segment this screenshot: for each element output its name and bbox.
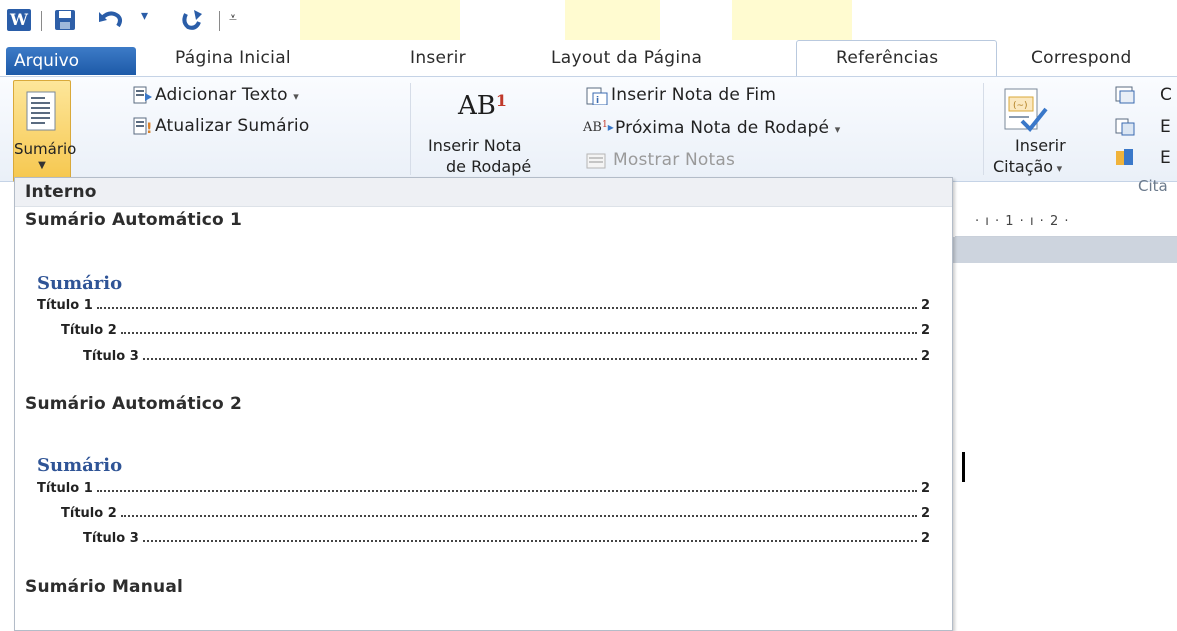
toc-button-label: Sumário <box>14 140 77 158</box>
insert-citation-label-2: Citação ▾ <box>993 157 1063 176</box>
toc-button[interactable]: Sumário ▼ <box>13 80 77 182</box>
preview-heading: Sumário <box>37 273 123 294</box>
footnote-icon: AB1 <box>458 91 507 121</box>
toc-preview-line: Título 32 <box>83 349 930 364</box>
word-icon[interactable]: W <box>7 9 31 31</box>
undo-dropdown-icon[interactable]: ▾ <box>141 8 148 24</box>
tab-mailings[interactable]: Correspond <box>1031 48 1132 68</box>
toc-preview-line: Título 12 <box>37 481 930 496</box>
toc-option-title: Sumário Automático 1 <box>25 210 243 230</box>
footnote-glyph: AB <box>458 91 496 121</box>
document-margin-band <box>940 237 1177 263</box>
toc-preview-line: Título 22 <box>61 506 930 521</box>
separator <box>219 11 220 31</box>
insert-footnote-label-2: de Rodapé <box>446 157 532 176</box>
svg-text:i: i <box>596 96 599 105</box>
toc-gallery-dropdown: Interno Sumário Automático 1 Sumário Tít… <box>14 177 953 631</box>
insert-endnote-icon: i <box>586 87 608 105</box>
show-notes-button: Mostrar Notas <box>613 150 736 170</box>
highlight-band <box>565 0 660 40</box>
group-separator <box>983 83 984 175</box>
next-footnote-icon: AB1▸ <box>583 120 614 135</box>
update-toc-button[interactable]: Atualizar Sumário <box>155 116 309 136</box>
ribbon-tabs: Arquivo Página Inicial Inserir Layout da… <box>0 40 1177 77</box>
footnote-superscript: 1 <box>495 91 508 110</box>
chevron-down-icon: ▾ <box>1053 162 1063 175</box>
insert-endnote-button[interactable]: Inserir Nota de Fim <box>611 85 776 105</box>
add-text-icon <box>133 86 152 104</box>
toc-preview-line: Título 32 <box>83 531 930 546</box>
toc-option-manual[interactable]: Sumário Manual <box>15 574 952 630</box>
update-toc-icon: ! <box>133 117 152 135</box>
save-icon[interactable] <box>54 9 76 31</box>
horizontal-ruler: · ı · 1 · ı · 2 · <box>955 210 1177 237</box>
bibliography-icon <box>1116 149 1133 165</box>
toc-option-automatic-1[interactable]: Sumário Automático 1 Sumário Título 12 T… <box>15 207 952 387</box>
svg-text:(~): (~) <box>1013 101 1028 111</box>
bibliography-button[interactable]: E <box>1160 148 1171 168</box>
insert-footnote-label-1: Inserir Nota <box>428 136 522 155</box>
citations-group-label: Cita <box>1138 177 1168 195</box>
ribbon: Sumário ▼ Adicionar Texto ▾ ! Atualizar … <box>0 76 1177 195</box>
chevron-down-icon: ▼ <box>38 160 46 171</box>
section-label: Interno <box>25 182 97 202</box>
undo-icon[interactable] <box>98 8 124 30</box>
next-footnote-button[interactable]: Próxima Nota de Rodapé ▾ <box>615 118 841 138</box>
toc-icon <box>26 91 56 131</box>
text-cursor <box>962 452 965 482</box>
manage-sources-icon <box>1115 86 1135 104</box>
toc-option-automatic-2[interactable]: Sumário Automático 2 Sumário Título 12 T… <box>15 391 952 571</box>
svg-text:!: ! <box>146 121 152 135</box>
tab-insert[interactable]: Inserir <box>410 48 466 68</box>
toc-option-title: Sumário Automático 2 <box>25 394 243 414</box>
group-separator <box>410 83 411 175</box>
redo-icon[interactable] <box>180 8 204 30</box>
chevron-down-icon: ▾ <box>834 123 841 136</box>
customize-icon[interactable]: ⩡ <box>229 10 237 26</box>
manage-sources-button[interactable]: C <box>1160 85 1172 105</box>
show-notes-icon <box>586 153 606 169</box>
toc-preview-line: Título 22 <box>61 323 930 338</box>
tab-home[interactable]: Página Inicial <box>175 48 291 68</box>
tab-references[interactable]: Referências <box>836 48 938 68</box>
highlight-band <box>732 0 852 40</box>
gallery-section-header: Interno <box>15 178 952 207</box>
add-text-button[interactable]: Adicionar Texto ▾ <box>155 85 299 105</box>
insert-citation-label-1: Inserir <box>1015 136 1066 155</box>
quick-access-toolbar: W ▾ ⩡ <box>0 0 1177 40</box>
insert-footnote-button[interactable]: AB1 Inserir Nota de Rodapé <box>416 79 568 179</box>
chevron-down-icon: ▾ <box>293 90 300 103</box>
ruler-ticks: · ı · 1 · ı · 2 · <box>975 214 1070 229</box>
highlight-band <box>300 0 460 40</box>
tab-file[interactable]: Arquivo <box>6 47 136 75</box>
style-icon <box>1115 118 1135 136</box>
preview-heading: Sumário <box>37 455 123 476</box>
separator <box>41 11 42 31</box>
citation-icon: (~) <box>1004 88 1048 132</box>
toc-option-title: Sumário Manual <box>25 577 184 597</box>
toc-preview-line: Título 12 <box>37 298 930 313</box>
add-text-label: Adicionar Texto <box>155 85 288 105</box>
insert-citation-button[interactable]: (~) Inserir Citação ▾ <box>990 79 1090 179</box>
next-footnote-label: Próxima Nota de Rodapé <box>615 118 830 138</box>
tab-page-layout[interactable]: Layout da Página <box>551 48 702 68</box>
style-button[interactable]: E <box>1160 117 1171 137</box>
document-page[interactable] <box>950 263 1177 629</box>
